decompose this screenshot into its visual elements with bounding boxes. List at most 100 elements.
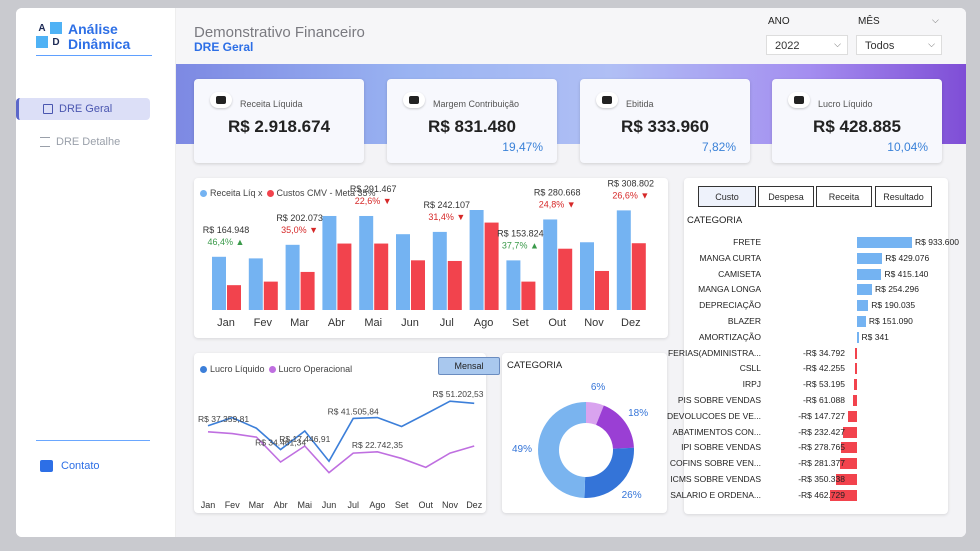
category-bar bbox=[857, 252, 883, 264]
kpi-percent: 19,47% bbox=[502, 140, 543, 154]
page-title: Demonstrativo Financeiro bbox=[194, 24, 365, 41]
chat-icon bbox=[40, 460, 53, 472]
sidebar-item-label: DRE Geral bbox=[59, 103, 113, 115]
category-value: -R$ 147.727 bbox=[798, 410, 845, 421]
category-bar bbox=[857, 268, 882, 280]
category-value: R$ 341 bbox=[861, 331, 889, 342]
x-tick-label: Dez bbox=[621, 317, 641, 329]
chevron-down-icon[interactable]: ⌵ bbox=[932, 15, 939, 26]
category-name: COFINS SOBRE VEN... bbox=[669, 458, 761, 469]
logo-line1: Análise bbox=[68, 21, 118, 37]
category-name: CSLL bbox=[739, 363, 761, 374]
logo-text: Análise Dinâmica bbox=[68, 22, 130, 52]
category-value: R$ 429.076 bbox=[885, 252, 930, 263]
ano-label: ANO bbox=[768, 16, 790, 27]
data-label-value: R$ 291.467 bbox=[350, 184, 397, 194]
logo-square-blue bbox=[50, 22, 62, 34]
logo: A D Análise Dinâmica bbox=[36, 22, 152, 56]
main-area: Demonstrativo Financeiro DRE Geral ANO 2… bbox=[176, 8, 966, 537]
kpi-percent: 7,82% bbox=[701, 140, 736, 154]
category-bar bbox=[857, 331, 859, 343]
x-tick-label: Dez bbox=[466, 500, 483, 510]
category-bar bbox=[853, 379, 857, 391]
list-icon bbox=[40, 137, 50, 147]
kpi-label: Receita Líquida bbox=[240, 99, 303, 109]
category-bar bbox=[857, 284, 872, 296]
bar-chart-card: Receita Líq x Custos CMV - Meta 35% Jan F… bbox=[194, 178, 668, 338]
data-label: R$ 37.359,81 bbox=[198, 414, 249, 424]
ano-select[interactable]: 2022 ⌵ bbox=[766, 35, 848, 55]
kpi-value: R$ 333.960 bbox=[621, 117, 709, 136]
x-tick-label: Fev bbox=[254, 317, 273, 329]
slice-label: 26% bbox=[622, 490, 642, 501]
kpi-value: R$ 428.885 bbox=[813, 117, 901, 136]
bar-receita bbox=[616, 210, 631, 310]
kpi-label: Ebitida bbox=[626, 99, 654, 109]
bar-receita bbox=[396, 234, 410, 310]
category-bar bbox=[848, 410, 857, 422]
category-row: BLAZER R$ 151.090 bbox=[684, 315, 939, 329]
bar-receita bbox=[432, 231, 447, 310]
category-bar bbox=[854, 347, 857, 359]
category-row: MANGA LONGA R$ 254.296 bbox=[684, 283, 939, 297]
category-row: ICMS SOBRE VENDAS -R$ 350.338 bbox=[670, 473, 939, 487]
x-tick-label: Fev bbox=[225, 500, 241, 510]
bar-custos bbox=[595, 270, 609, 310]
category-row: MANGA CURTA R$ 429.076 bbox=[684, 252, 939, 266]
contato-link[interactable]: Contato bbox=[40, 460, 100, 472]
tab-despesa[interactable]: Despesa bbox=[758, 186, 814, 207]
mes-label: MÊS bbox=[858, 16, 880, 27]
bar-custos bbox=[227, 285, 241, 310]
wallet-icon bbox=[210, 92, 232, 108]
tab-receita[interactable]: Receita bbox=[816, 186, 872, 207]
data-label-pct: 37,7% ▲ bbox=[502, 240, 539, 250]
sidebar: A D Análise Dinâmica DRE Geral DRE Detal… bbox=[16, 8, 176, 537]
category-value: -R$ 281.377 bbox=[798, 458, 845, 469]
sidebar-item-label: DRE Detalhe bbox=[56, 136, 121, 148]
sidebar-item-dre-geral[interactable]: DRE Geral bbox=[16, 98, 150, 120]
x-tick-label: Abr bbox=[328, 317, 345, 329]
x-tick-label: Nov bbox=[442, 500, 459, 510]
category-value: -R$ 350.338 bbox=[798, 474, 845, 484]
data-label: R$ 17.446,91 bbox=[279, 434, 330, 444]
donut-card: CATEGORIA 6% 18% 26% 49% bbox=[502, 353, 667, 513]
category-row: AMORTIZAÇÃO R$ 341 bbox=[684, 331, 939, 345]
x-tick-label: Jun bbox=[322, 500, 337, 510]
category-row: SALARIO E ORDENA... -R$ 462.729 bbox=[670, 489, 939, 503]
category-value: R$ 151.090 bbox=[868, 316, 913, 326]
tab-resultado[interactable]: Resultado bbox=[875, 186, 932, 207]
line-chart-card: Lucro Líquido Lucro Operacional Mensal R… bbox=[194, 353, 500, 513]
category-row: DEVOLUCOES DE VE... -R$ 147.727 bbox=[667, 410, 939, 424]
data-label: R$ 22.742,35 bbox=[352, 440, 403, 450]
category-name: DEVOLUCOES DE VE... bbox=[667, 410, 761, 421]
dashboard-icon bbox=[43, 104, 53, 114]
logo-mark: A D bbox=[36, 22, 64, 50]
category-value: -R$ 232.427 bbox=[798, 426, 845, 437]
kpi-card-margem: Margem Contribuição R$ 831.480 19,47% bbox=[387, 79, 557, 163]
data-label: R$ 51.202,53 bbox=[432, 389, 483, 399]
chevron-down-icon: ⌵ bbox=[834, 39, 841, 49]
sidebar-item-dre-detalhe[interactable]: DRE Detalhe bbox=[16, 131, 150, 153]
x-tick-label: Set bbox=[512, 317, 529, 329]
bar-receita bbox=[506, 260, 521, 310]
x-tick-label: Jun bbox=[401, 317, 419, 329]
category-name: MANGA CURTA bbox=[699, 252, 761, 263]
mes-select[interactable]: Todos ⌵ bbox=[856, 35, 942, 55]
bar-custos bbox=[337, 243, 352, 310]
logo-square-blue-2 bbox=[36, 36, 48, 48]
bar-receita bbox=[469, 210, 484, 310]
data-label-value: R$ 242.107 bbox=[424, 200, 471, 210]
bar-custos bbox=[631, 243, 646, 310]
bar-receita bbox=[285, 244, 300, 310]
x-tick-label: Mar bbox=[290, 317, 309, 329]
x-tick-label: Nov bbox=[584, 317, 604, 329]
kpi-label: Margem Contribuição bbox=[433, 99, 520, 109]
category-row: CSLL -R$ 42.255 bbox=[684, 362, 939, 376]
tab-custo[interactable]: Custo bbox=[698, 186, 756, 207]
bar-custos bbox=[374, 243, 389, 310]
category-row: PIS SOBRE VENDAS -R$ 61.088 bbox=[678, 394, 939, 408]
category-name: ICMS SOBRE VENDAS bbox=[670, 474, 761, 484]
data-label-value: R$ 202.073 bbox=[276, 213, 323, 223]
category-row: CAMISETA R$ 415.140 bbox=[684, 268, 939, 282]
category-title: CATEGORIA bbox=[687, 215, 743, 226]
